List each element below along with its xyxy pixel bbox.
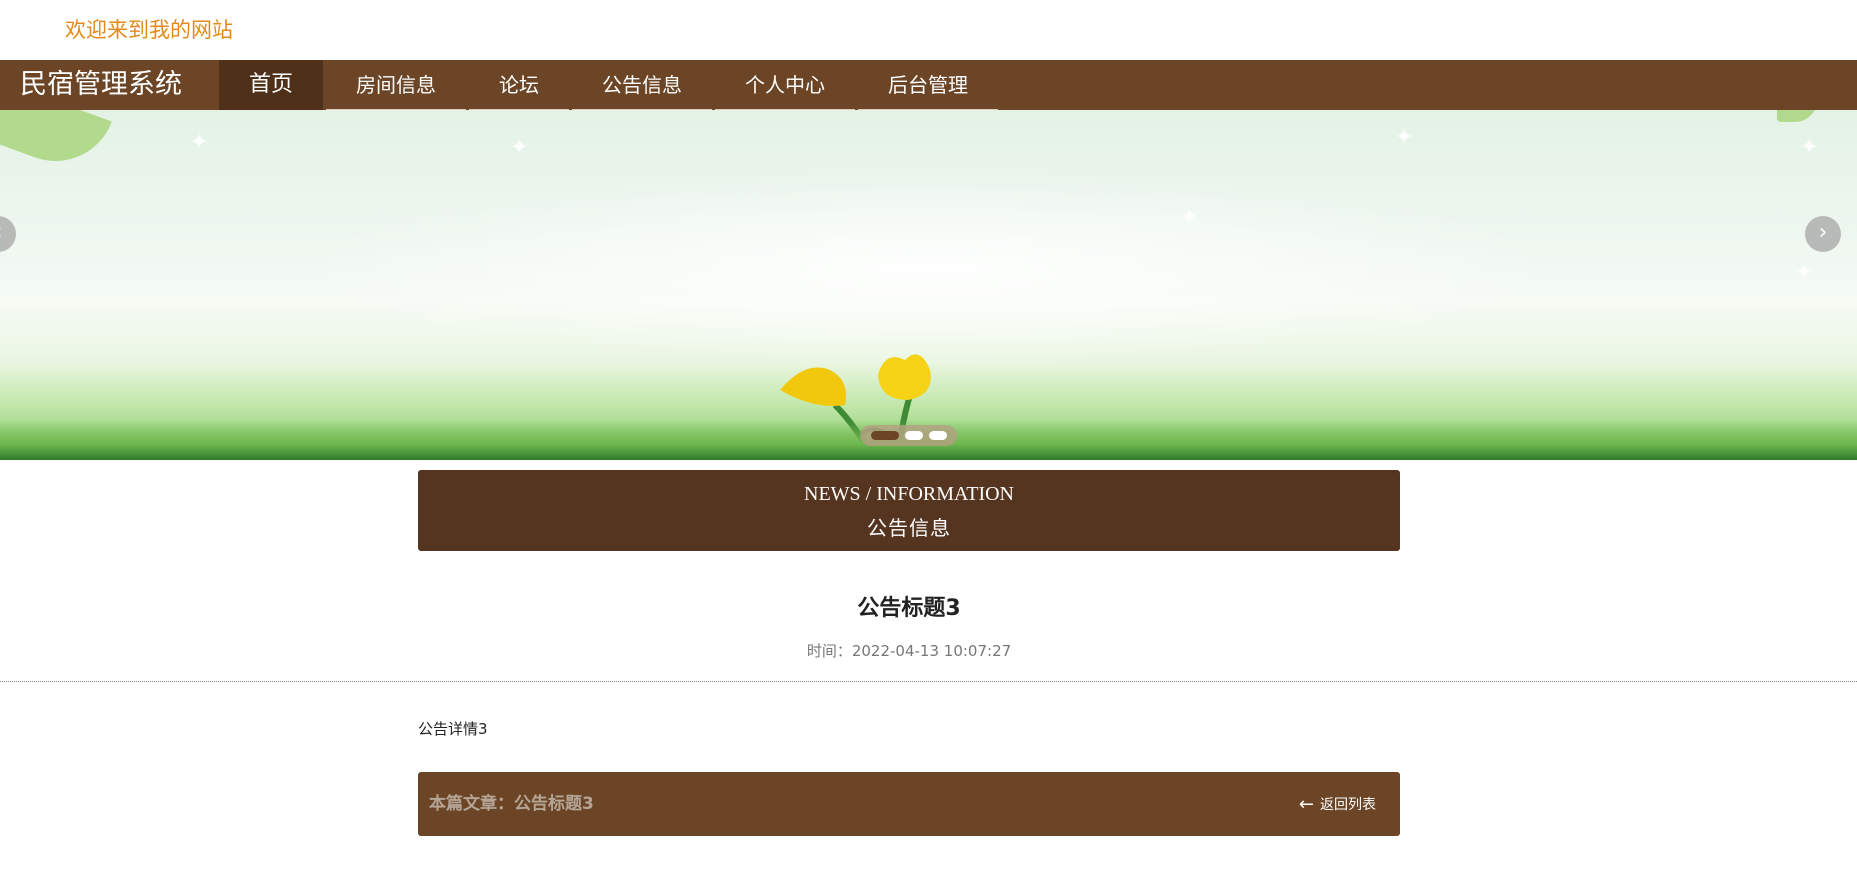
carousel-dot[interactable] xyxy=(904,431,923,440)
nav-item-rooms[interactable]: 房间信息 xyxy=(326,60,467,110)
nav-menu: 首页 房间信息 论坛 公告信息 个人中心 后台管理 xyxy=(219,60,999,110)
carousel-dot[interactable] xyxy=(870,431,899,440)
top-navbar: 民宿管理系统 首页 房间信息 论坛 公告信息 个人中心 后台管理 xyxy=(0,60,1857,110)
welcome-text: 欢迎来到我的网站 xyxy=(65,18,233,42)
sparkle-icon: ✦ xyxy=(1180,205,1199,230)
divider xyxy=(0,681,1857,682)
sparkle-icon: ✦ xyxy=(1800,135,1819,160)
nav-item-profile[interactable]: 个人中心 xyxy=(715,60,856,110)
article-body: 公告详情3 xyxy=(418,720,488,738)
article-title: 公告标题3 xyxy=(857,596,961,621)
article-time: 时间：2022-04-13 10:07:27 xyxy=(806,642,1012,660)
leaf-decoration xyxy=(1777,110,1817,122)
sparkle-icon: ✦ xyxy=(190,130,209,155)
back-to-list-button[interactable]: ← 返回列表 xyxy=(1299,772,1376,836)
sparkle-icon: ✦ xyxy=(510,135,529,160)
article-footer-bar: 本篇文章：公告标题3 ← 返回列表 xyxy=(418,772,1400,836)
section-title-en: NEWS / INFORMATION xyxy=(804,483,1014,505)
nav-item-announcements[interactable]: 公告信息 xyxy=(572,60,713,110)
chevron-right-icon: › xyxy=(1818,220,1828,245)
current-article-label: 本篇文章：公告标题3 xyxy=(429,794,594,814)
nav-item-admin[interactable]: 后台管理 xyxy=(858,60,999,110)
back-to-list-label: 返回列表 xyxy=(1320,797,1376,813)
arrow-left-icon: ← xyxy=(1298,793,1314,815)
sparkle-icon: ✦ xyxy=(1795,260,1814,285)
nav-item-home[interactable]: 首页 xyxy=(219,60,324,110)
section-title-cn: 公告信息 xyxy=(867,516,951,540)
carousel-indicators xyxy=(860,425,957,446)
carousel-next-button[interactable]: › xyxy=(1805,216,1841,252)
chevron-left-icon: ‹ xyxy=(0,220,2,245)
carousel-dot[interactable] xyxy=(928,431,947,440)
banner-carousel: ✦ ✦ ✦ ✦ ✦ ✦ xyxy=(0,110,1857,460)
section-header: NEWS / INFORMATION 公告信息 xyxy=(418,470,1400,551)
site-brand[interactable]: 民宿管理系统 xyxy=(20,60,182,110)
leaf-decoration xyxy=(0,110,112,178)
nav-item-forum[interactable]: 论坛 xyxy=(469,60,570,110)
sparkle-icon: ✦ xyxy=(1395,125,1414,150)
